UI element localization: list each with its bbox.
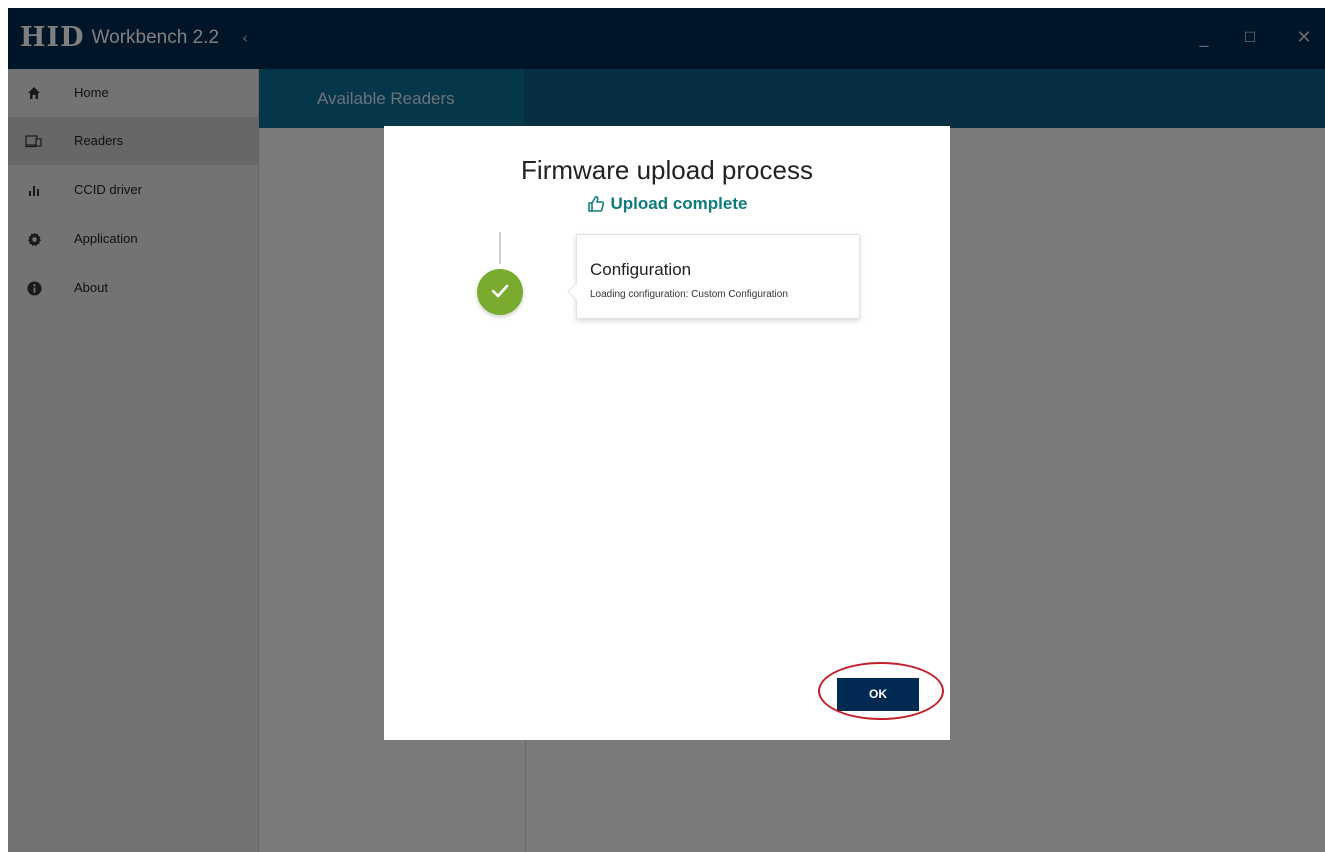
upload-status-text: Upload complete bbox=[610, 194, 748, 213]
step-title: Configuration bbox=[590, 260, 692, 279]
step-description: Loading configuration: Custom Configurat… bbox=[590, 289, 788, 300]
thumbs-up-icon bbox=[587, 195, 605, 213]
checkmark-icon bbox=[491, 283, 509, 302]
timeline-connector bbox=[499, 232, 501, 264]
step-complete-indicator bbox=[477, 269, 523, 315]
firmware-upload-dialog: Firmware upload process Upload complete … bbox=[384, 126, 950, 740]
ok-button[interactable]: OK bbox=[837, 678, 919, 711]
step-card: Configuration Loading configuration: Cus… bbox=[576, 234, 860, 319]
upload-status: Upload complete bbox=[384, 193, 950, 215]
dialog-title: Firmware upload process bbox=[521, 155, 813, 185]
